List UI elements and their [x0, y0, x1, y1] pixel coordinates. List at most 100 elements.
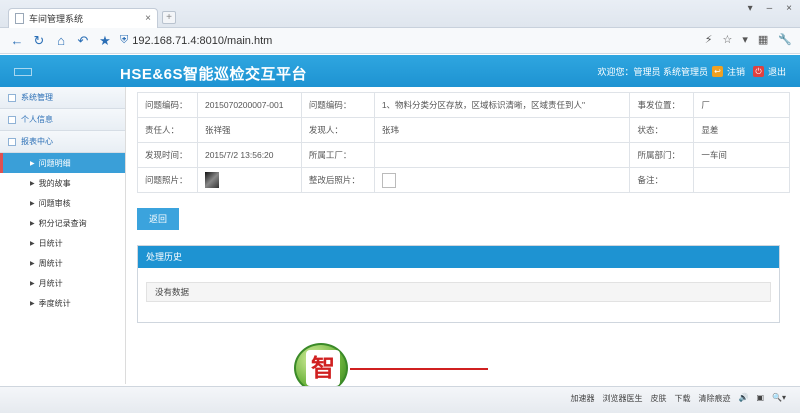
field-label: 问题编码： — [300, 92, 375, 118]
field-label: 整改后照片： — [300, 167, 375, 193]
exit-link[interactable]: 退出 — [768, 65, 786, 78]
browser-tab-bar: 车间管理系统 × + ▾ – × — [0, 0, 800, 28]
history-empty-row: 没有数据 — [146, 282, 771, 302]
field-value: 一车间 — [693, 142, 790, 168]
tab-close-icon[interactable]: × — [145, 13, 151, 24]
history-title: 处理历史 — [138, 246, 779, 268]
sidebar-item-monthly-stats[interactable]: ▶ 月统计 — [0, 273, 125, 293]
caret-right-icon: ▶ — [30, 260, 35, 267]
sidebar-item-issue-review[interactable]: ▶ 问题审核 — [0, 193, 125, 213]
home-icon[interactable]: ⌂ — [50, 33, 72, 48]
new-tab-button[interactable]: + — [162, 11, 176, 24]
watermark-underline — [350, 368, 488, 370]
undo-icon[interactable]: ↶ — [72, 33, 94, 49]
field-value: 2015/7/2 13:56:20 — [196, 142, 302, 168]
window-controls: ▾ – × — [748, 3, 792, 14]
logo-icon — [14, 68, 32, 76]
table-row: 问题照片： 整改后照片： 备注： — [137, 167, 790, 193]
sidebar-item-label: 我的故事 — [38, 178, 71, 188]
back-button[interactable]: 返回 — [137, 208, 179, 230]
sound-icon[interactable]: 🔊 — [738, 393, 748, 404]
browser-tab[interactable]: 车间管理系统 × — [8, 8, 158, 28]
sidebar-item-quarterly-stats[interactable]: ▶ 季度统计 — [0, 293, 125, 313]
screenshot-icon[interactable]: ▣ — [756, 393, 764, 404]
back-icon[interactable]: ← — [6, 33, 28, 48]
sidebar-section-profile[interactable]: 个人信息 — [0, 109, 125, 131]
section-icon — [8, 93, 16, 102]
field-label: 状态： — [629, 117, 695, 143]
apps-grid-icon[interactable]: ▦ — [758, 33, 768, 46]
issue-photo-thumbnail[interactable] — [204, 172, 219, 188]
download-button[interactable]: 下载 — [674, 393, 690, 404]
sidebar-item-label: 问题审核 — [38, 198, 71, 208]
caret-right-icon: ▶ — [30, 180, 35, 187]
caret-right-icon: ▶ — [30, 160, 35, 167]
window-menu-button[interactable]: ▾ — [748, 3, 753, 14]
sidebar: 系统管理 个人信息 报表中心 ▶ 问题明细 ▶ 我的故事 ▶ 问题审核 ▶ 积分… — [0, 87, 126, 384]
sidebar-item-issue-detail[interactable]: ▶ 问题明细 — [0, 153, 125, 173]
field-label: 发现时间： — [137, 142, 198, 168]
fixed-photo-cell — [373, 167, 631, 193]
logout-icon[interactable]: ↩ — [711, 66, 723, 77]
tools-wrench-icon[interactable]: 🔧 — [778, 33, 792, 46]
accelerator-button[interactable]: 加速器 — [570, 393, 594, 404]
sidebar-item-weekly-stats[interactable]: ▶ 周统计 — [0, 253, 125, 273]
caret-right-icon: ▶ — [30, 280, 35, 287]
caret-right-icon: ▶ — [30, 300, 35, 307]
table-row: 责任人： 张祥强 发现人： 张玮 状态： 显差 — [137, 117, 790, 143]
field-value: 张祥强 — [196, 117, 302, 143]
app-title: HSE&6S智能巡检交互平台 — [120, 66, 308, 83]
fixed-photo-placeholder[interactable] — [381, 172, 396, 188]
caret-right-icon: ▶ — [30, 200, 35, 207]
sidebar-section-label: 报表中心 — [21, 137, 53, 146]
address-bar[interactable]: ⛨ 192.168.71.4:8010/main.htm — [120, 31, 680, 51]
sidebar-item-label: 月统计 — [38, 278, 63, 288]
security-shield-icon: ⛨ — [120, 34, 129, 46]
browser-nav-bar: ← ↻ ⌂ ↶ ★ ⛨ 192.168.71.4:8010/main.htm — [0, 28, 800, 54]
sidebar-item-my-stories[interactable]: ▶ 我的故事 — [0, 173, 125, 193]
page-icon — [15, 13, 24, 24]
issue-detail-table: 问题编码： 2015070200007-001 问题编码： 1、物料分类分区存放… — [137, 92, 790, 193]
refresh-icon[interactable]: ↻ — [28, 33, 50, 49]
sidebar-section-system[interactable]: 系统管理 — [0, 87, 125, 109]
sidebar-section-label: 系统管理 — [21, 93, 53, 102]
sidebar-item-points-query[interactable]: ▶ 积分记录查询 — [0, 213, 125, 233]
field-label: 责任人： — [137, 117, 198, 143]
field-label: 问题照片： — [137, 167, 198, 193]
bookmark-star-icon[interactable]: ☆ — [722, 33, 732, 46]
skin-button[interactable]: 皮肤 — [650, 393, 666, 404]
field-label: 事发位置： — [629, 92, 695, 118]
field-label: 所属工厂： — [300, 142, 375, 168]
favorite-star-icon[interactable]: ★ — [94, 33, 116, 49]
table-row: 发现时间： 2015/7/2 13:56:20 所属工厂： 所属部门： 一车间 — [137, 142, 790, 168]
app-header: HSE&6S智能巡检交互平台 欢迎您：管理员 系统管理员 ↩ 注销 ⏻ 退出 — [0, 55, 800, 87]
clear-traces-button[interactable]: 清除痕迹 — [698, 393, 730, 404]
logout-link[interactable]: 注销 — [727, 65, 745, 78]
browser-status-bar: 加速器 浏览器医生 皮肤 下载 清除痕迹 🔊 ▣ 🔍▾ — [0, 386, 800, 413]
welcome-text: 欢迎您：管理员 系统管理员 — [597, 67, 708, 77]
close-window-button[interactable]: × — [786, 3, 792, 14]
exit-icon[interactable]: ⏻ — [752, 66, 764, 77]
lightning-icon[interactable]: ⚡ — [705, 33, 713, 46]
tab-title: 车间管理系统 — [29, 14, 84, 24]
field-label: 发现人： — [300, 117, 375, 143]
sidebar-section-reports[interactable]: 报表中心 — [0, 131, 125, 153]
address-url[interactable]: 192.168.71.4:8010/main.htm — [132, 35, 272, 47]
browser-doctor-button[interactable]: 浏览器医生 — [602, 393, 642, 404]
section-icon — [8, 115, 16, 124]
field-value: 2015070200007-001 — [196, 92, 302, 118]
field-label: 备注： — [629, 167, 695, 193]
field-label: 问题编码： — [137, 92, 198, 118]
minimize-button[interactable]: – — [767, 3, 773, 14]
watermark-glyph: 智 — [306, 350, 340, 386]
field-value: 显差 — [693, 117, 790, 143]
sidebar-item-daily-stats[interactable]: ▶ 日统计 — [0, 233, 125, 253]
field-value — [373, 142, 631, 168]
dropdown-icon[interactable]: ▾ — [742, 33, 748, 46]
zoom-icon[interactable]: 🔍▾ — [772, 393, 786, 404]
history-panel: 处理历史 没有数据 — [137, 245, 780, 323]
section-icon — [8, 137, 16, 146]
sidebar-item-label: 日统计 — [38, 238, 63, 248]
sidebar-item-label: 积分记录查询 — [38, 218, 87, 228]
main-content: 问题编码： 2015070200007-001 问题编码： 1、物料分类分区存放… — [126, 87, 800, 384]
